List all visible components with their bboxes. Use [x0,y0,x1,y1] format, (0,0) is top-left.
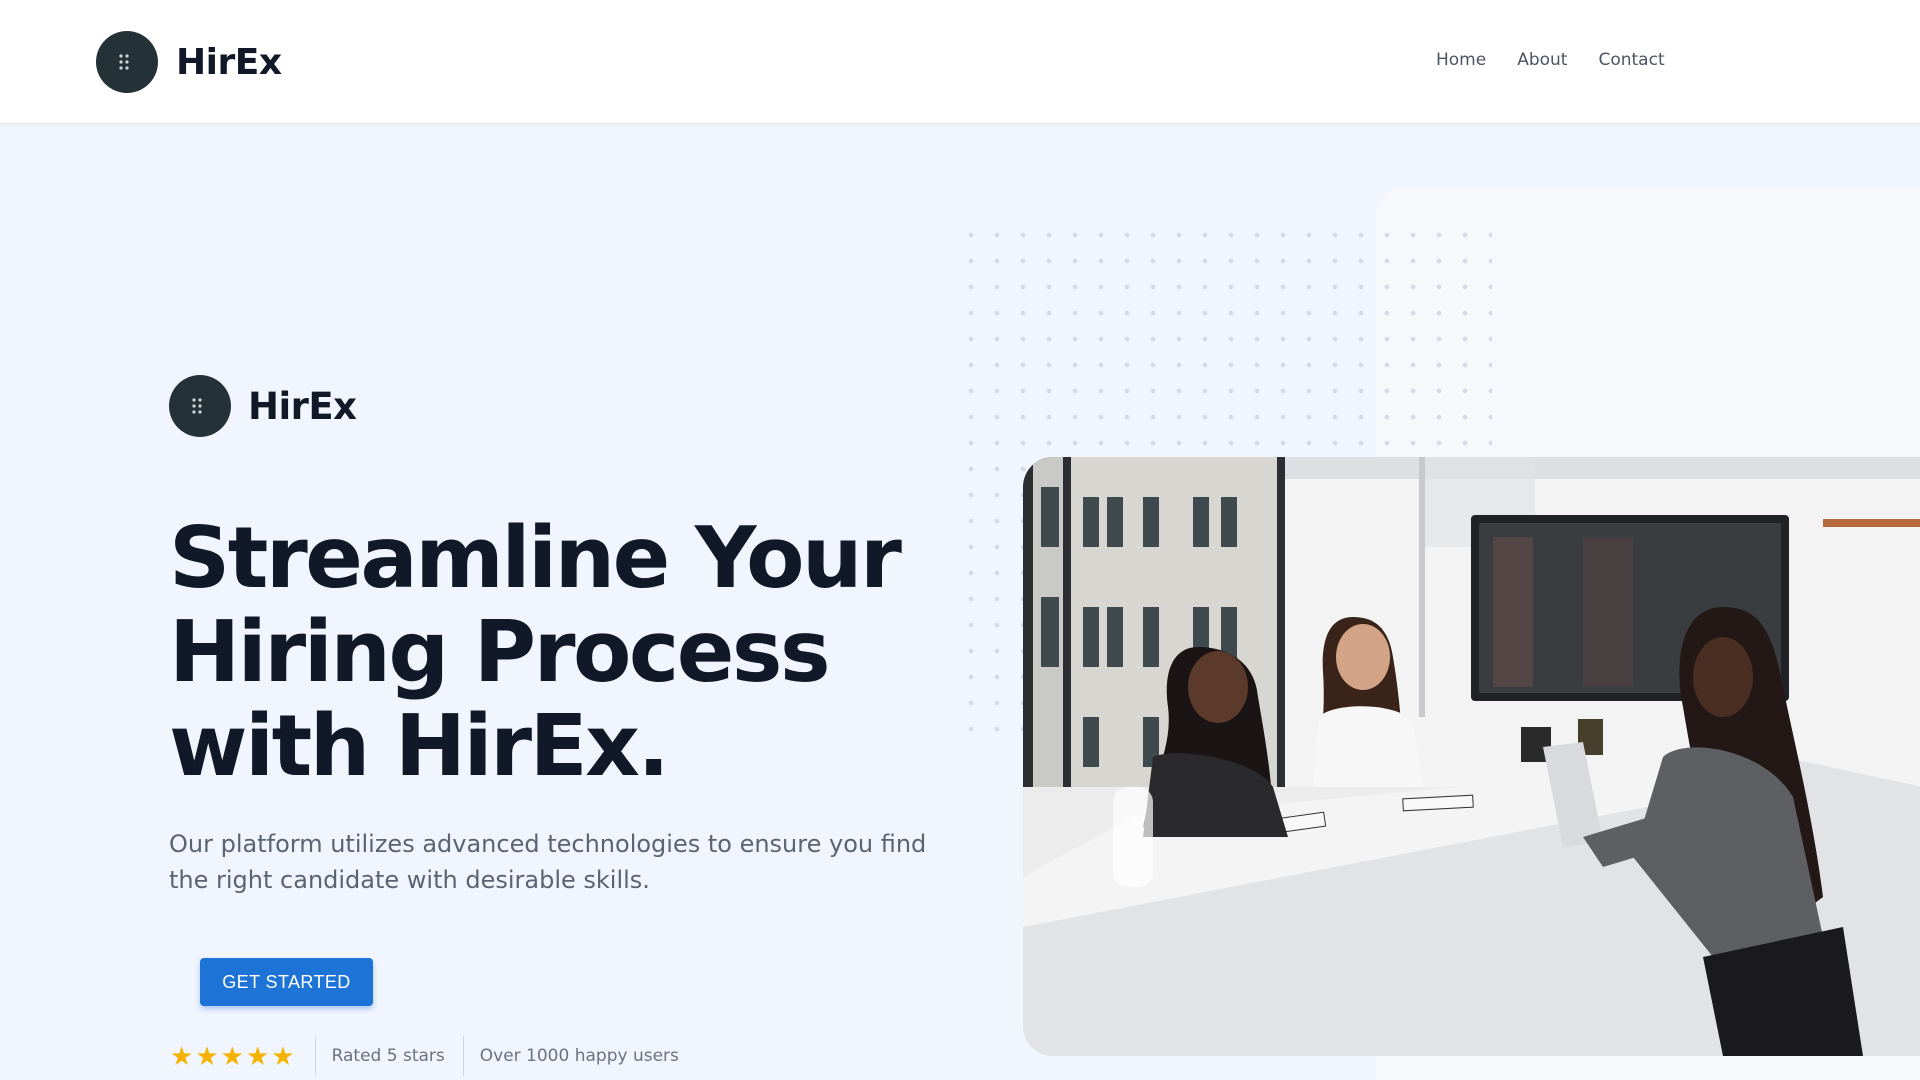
nav-contact-link[interactable]: Contact [1598,50,1664,70]
get-started-button[interactable]: GET STARTED [200,958,373,1006]
hero-brand-name: HirEx [248,384,357,428]
grid-dots-icon [169,375,231,437]
headline-line-3: with HirEx. [169,697,670,796]
rating-row: ★ ★ ★ ★ ★ Rated 5 stars Over 1000 happy … [170,1036,679,1076]
header-brand-name: HirEx [176,41,282,83]
header-brand[interactable]: HirEx [96,31,282,93]
users-count-text: Over 1000 happy users [479,1046,679,1066]
divider [314,1036,316,1076]
nav-about-link[interactable]: About [1517,50,1567,70]
hero-description: Our platform utilizes advanced technolog… [169,830,927,894]
headline-line-1: Streamline Your [169,509,902,608]
star-icon: ★ [170,1041,194,1071]
hero-meeting-photo [1023,457,1920,1056]
hero-brand: HirEx [169,375,357,437]
hero-headline: Streamline Your Hiring Process with HirE… [169,512,929,794]
star-icon: ★ [245,1041,270,1071]
main-nav: Home About Contact [1436,50,1696,70]
rated-text: Rated 5 stars [331,1046,445,1066]
grid-dots-icon [96,31,158,93]
star-icon: ★ [195,1041,219,1071]
divider [462,1036,464,1076]
nav-home-link[interactable]: Home [1436,50,1486,70]
site-header: HirEx Home About Contact [0,0,1920,124]
rating-stars: ★ ★ ★ ★ ★ [170,1043,297,1069]
star-icon: ★ [271,1041,295,1071]
headline-line-2: Hiring Process [169,603,831,702]
star-icon: ★ [220,1041,244,1071]
